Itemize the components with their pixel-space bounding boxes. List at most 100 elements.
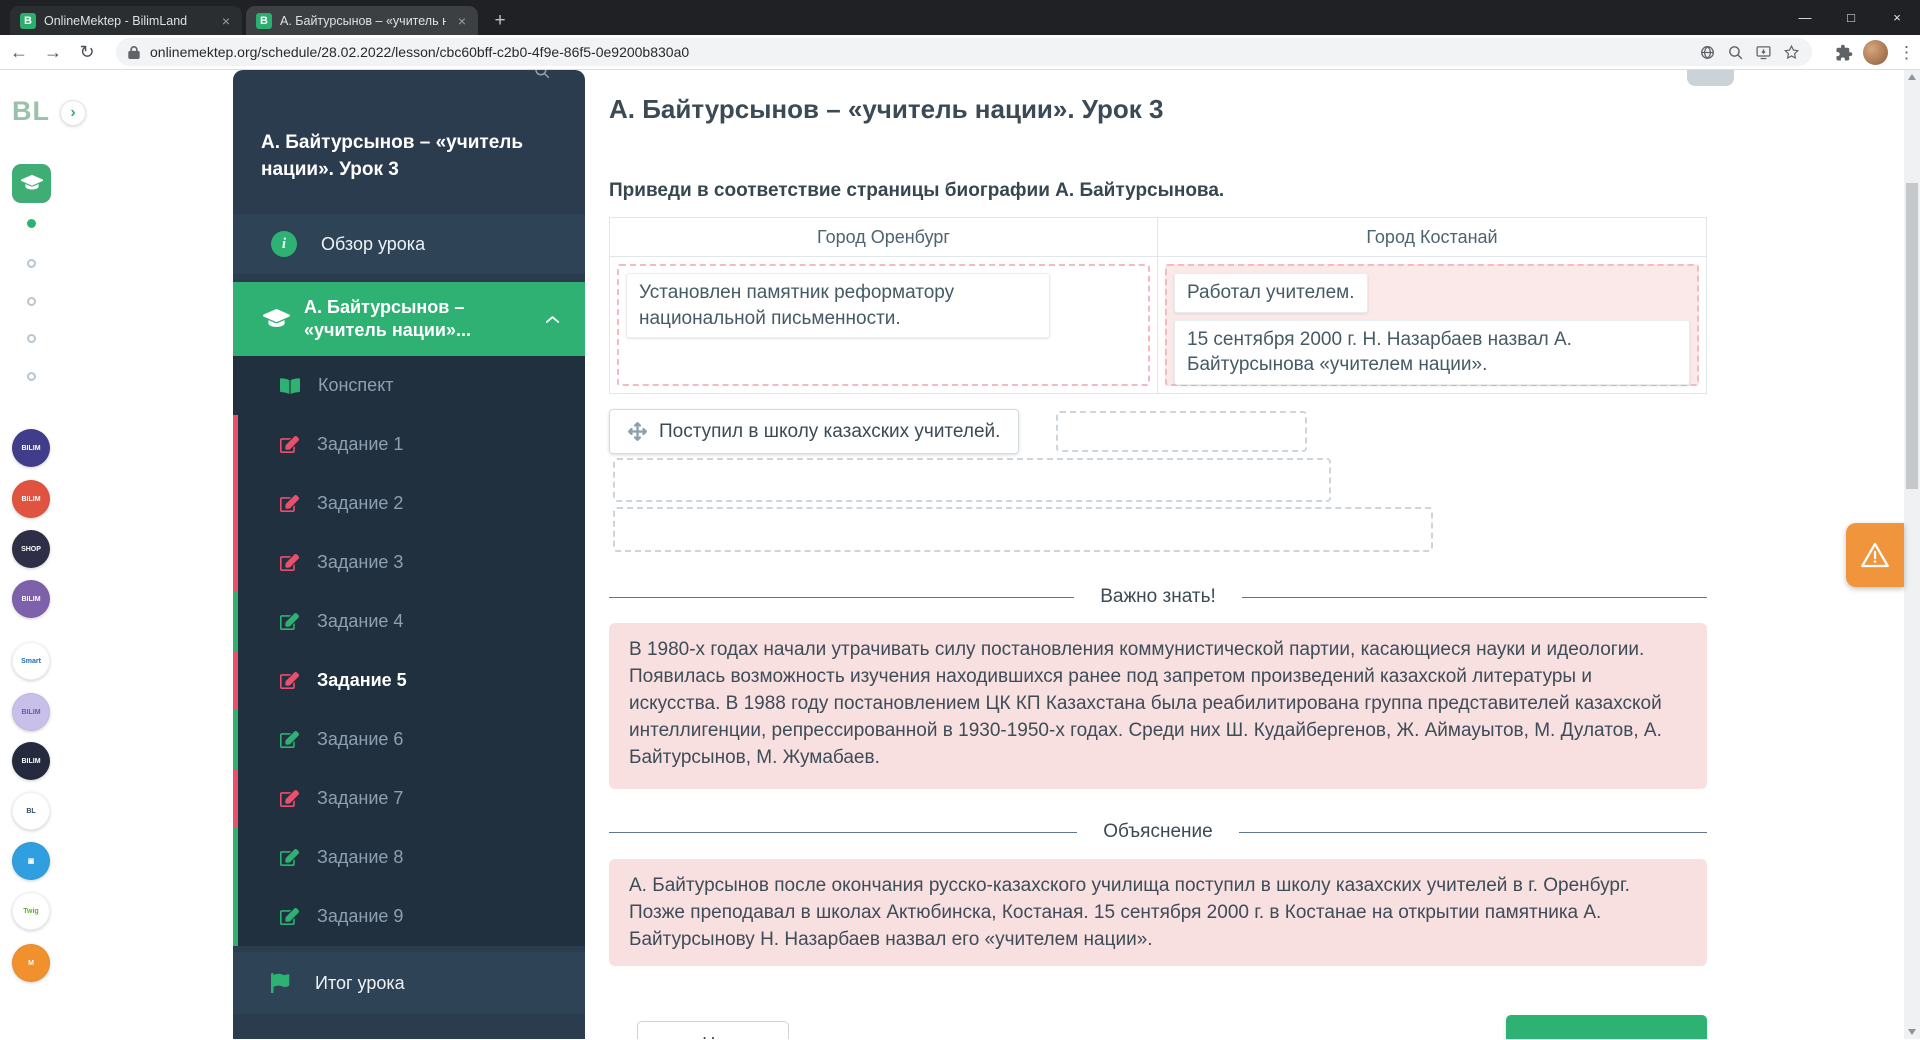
back-button[interactable]: ← Назад [637,1021,789,1039]
progress-dot-active[interactable] [27,219,36,228]
sidebar-item-overview[interactable]: i Обзор урока [233,214,585,274]
extensions-puzzle-icon[interactable] [1835,44,1853,62]
profile-avatar[interactable] [1863,40,1888,65]
biography-card[interactable]: Установлен памятник реформатору национал… [626,273,1050,338]
rail-expand-button[interactable]: › [60,100,86,126]
forward-nav-button[interactable]: → [38,37,68,67]
drop-slot[interactable] [613,458,1331,502]
secure-lock-icon[interactable] [128,46,140,59]
status-strip [233,592,238,651]
close-button[interactable]: × [1874,0,1920,35]
reload-button[interactable]: ↻ [72,37,102,67]
new-tab-button[interactable]: + [486,7,514,35]
drag-chip[interactable]: Поступил в школу казахских учителей. [609,409,1019,454]
minimize-button[interactable]: — [1782,0,1828,35]
column-header: Город Костанай [1158,218,1706,257]
translate-icon[interactable] [1699,44,1716,61]
tab-close-icon[interactable]: × [454,13,470,29]
progress-dot[interactable] [27,334,36,343]
app-icon-bilimshop[interactable]: SHOP [12,530,50,568]
address-bar[interactable]: onlinemektep.org/schedule/28.02.2022/les… [116,38,1812,66]
browser-tab-onlinemektep[interactable]: B OnlineMektep - BilimLand × [10,6,242,35]
sidebar-section-label: А. Байтурсынов – «учитель нации»... [304,296,528,343]
browser-tab-lesson[interactable]: B А. Байтурсынов – «учитель нац... × [246,6,478,35]
status-strip [233,415,238,474]
sidebar-item-task-8[interactable]: Задание 8 [233,828,585,887]
biography-card[interactable]: Работал учителем. [1174,273,1368,313]
sidebar-item-summary[interactable]: Итог урока [233,952,585,1014]
drop-slot[interactable] [1056,411,1307,452]
sidebar-item-task-6[interactable]: Задание 6 [233,710,585,769]
sidebar-item-label: Обзор урока [321,234,425,255]
task-edit-icon [280,672,299,689]
app-icon-bilimdev[interactable]: BILIM [12,742,50,780]
tab-favicon: B [256,13,272,29]
next-arrow-icon: → [1641,1026,1665,1039]
bilimland-logo[interactable]: BL [12,96,50,127]
back-arrow-icon: ← [672,1033,692,1040]
chevron-up-icon [544,311,561,333]
status-strip [233,828,238,887]
browser-toolbar: ← → ↻ onlinemektep.org/schedule/28.02.20… [0,35,1920,70]
app-icon-smartnation[interactable]: Smart [12,642,50,680]
sidebar-item-task-1[interactable]: Задание 1 [233,415,585,474]
sidebar-item-label: Задание 4 [317,611,403,632]
status-strip [233,887,238,946]
sidebar-item-task-4[interactable]: Задание 4 [233,592,585,651]
task-edit-icon [280,849,299,866]
app-icon-mektep[interactable]: M [12,944,50,982]
onlinemektep-tile[interactable] [12,164,51,203]
app-icon-bilimexpert[interactable]: BILIM [12,580,50,618]
app-icon-itest[interactable]: ▣ [12,842,50,880]
search-icon[interactable] [533,70,551,85]
maximize-button[interactable]: □ [1828,0,1874,35]
back-button-label: Назад [702,1034,754,1040]
app-icon-bilimnation[interactable]: BILIM [12,429,50,467]
progress-dot[interactable] [27,297,36,306]
page-title: А. Байтурсынов – «учитель нации». Урок 3 [609,94,1163,125]
scroll-up-icon[interactable] [1908,74,1916,80]
drop-slot[interactable] [613,507,1433,552]
tab-title: OnlineMektep - BilimLand [44,14,210,28]
progress-dot[interactable] [27,372,36,381]
sidebar-item-label: Задание 5 [317,670,407,691]
sidebar-item-task-2[interactable]: Задание 2 [233,474,585,533]
scroll-down-icon[interactable] [1908,1029,1916,1035]
progress-dot[interactable] [27,259,36,268]
column-kostanay: Город Костанай Работал учителем. 15 сент… [1158,217,1707,394]
status-strip [233,474,238,533]
tab-close-icon[interactable]: × [218,13,234,29]
install-app-icon[interactable] [1755,44,1772,61]
sidebar-item-label: Конспект [318,375,394,396]
sidebar-item-label: Задание 8 [317,847,403,868]
status-strip [233,533,238,592]
sidebar-item-task-7[interactable]: Задание 7 [233,769,585,828]
app-icon-bilimland[interactable]: BL [12,792,50,830]
drop-zone-orenburg[interactable]: Установлен памятник реформатору национал… [617,264,1150,386]
app-rail: BL BILIM BILIM SHOP BILIM Smart BILIM BI… [0,70,78,1039]
biography-card[interactable]: 15 сентября 2000 г. Н. Назарбаев назвал … [1174,320,1690,385]
next-button[interactable]: → [1506,1015,1707,1039]
sidebar-item-task-5[interactable]: Задание 5 [233,651,585,710]
app-icon-bilim[interactable]: BILIM [12,693,50,731]
report-problem-button[interactable] [1846,523,1904,587]
app-icon-twig[interactable]: Twig [12,892,50,930]
bookmark-star-icon[interactable] [1783,44,1800,61]
lesson-content: А. Байтурсынов – «учитель нации». Урок 3… [609,70,1707,1039]
back-nav-button[interactable]: ← [4,37,34,67]
sidebar-item-konspekt[interactable]: Конспект [233,356,585,415]
browser-menu-icon[interactable]: ⋮ [1898,43,1914,63]
sidebar-item-task-3[interactable]: Задание 3 [233,533,585,592]
column-orenburg: Город Оренбург Установлен памятник рефор… [609,217,1158,394]
drop-zone-kostanay[interactable]: Работал учителем. 15 сентября 2000 г. Н.… [1165,264,1699,386]
app-icon-bilimmedia[interactable]: BILIM [12,480,50,518]
task-edit-icon [280,908,299,925]
sidebar-item-task-9[interactable]: Задание 9 [233,887,585,946]
sidebar-section-lesson[interactable]: А. Байтурсынов – «учитель нации»... [233,282,585,356]
column-header: Город Оренбург [610,218,1157,257]
scrollbar-thumb[interactable] [1906,183,1918,489]
scrollbar[interactable] [1904,70,1920,1039]
task-edit-icon [280,731,299,748]
sidebar-item-label: Итог урока [315,973,405,994]
zoom-icon[interactable] [1727,44,1744,61]
